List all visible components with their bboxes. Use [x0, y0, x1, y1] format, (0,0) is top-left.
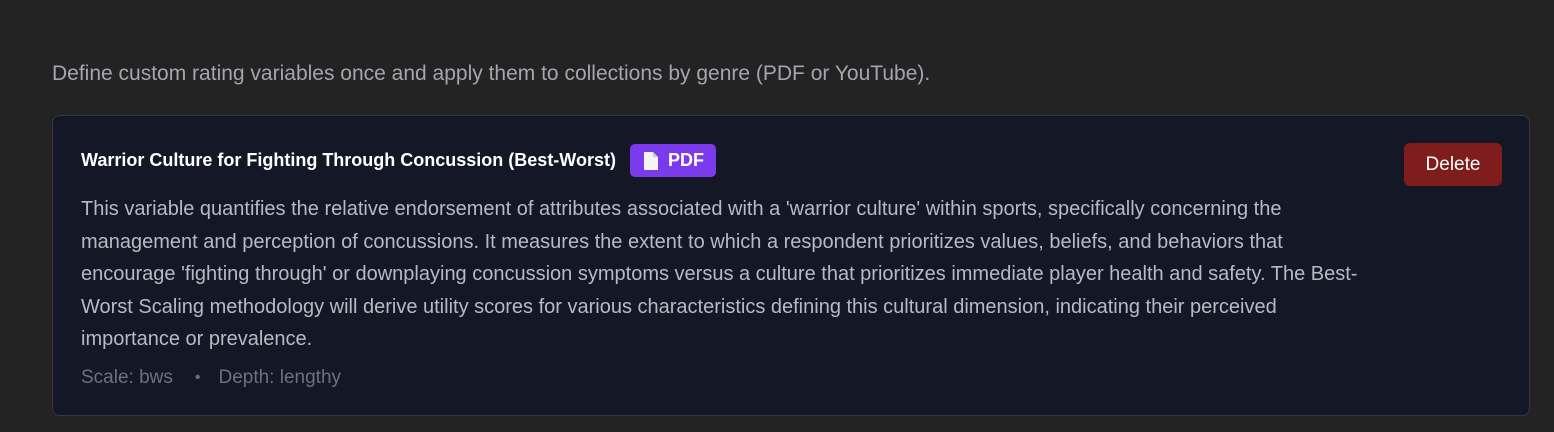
variable-description: This variable quantifies the relative en… — [81, 198, 1358, 350]
variable-card-header: Warrior Culture for Fighting Through Con… — [81, 144, 716, 177]
variable-card: Warrior Culture for Fighting Through Con… — [52, 115, 1530, 416]
genre-badge-label: PDF — [667, 150, 704, 170]
intro-text: Define custom rating variables once and … — [52, 62, 931, 85]
document-icon — [642, 151, 660, 171]
depth-label: Depth: lengthy — [218, 367, 342, 388]
variables-page: Define custom rating variables once and … — [0, 0, 1554, 432]
scale-label: Scale: bws — [81, 367, 173, 388]
delete-button[interactable]: Delete — [1404, 143, 1502, 186]
genre-badge-pdf: PDF — [629, 144, 716, 177]
meta-separator: • — [194, 369, 201, 386]
variable-title: Warrior Culture for Fighting Through Con… — [81, 150, 616, 170]
variable-meta: Scale: bws • Depth: lengthy — [81, 367, 341, 389]
